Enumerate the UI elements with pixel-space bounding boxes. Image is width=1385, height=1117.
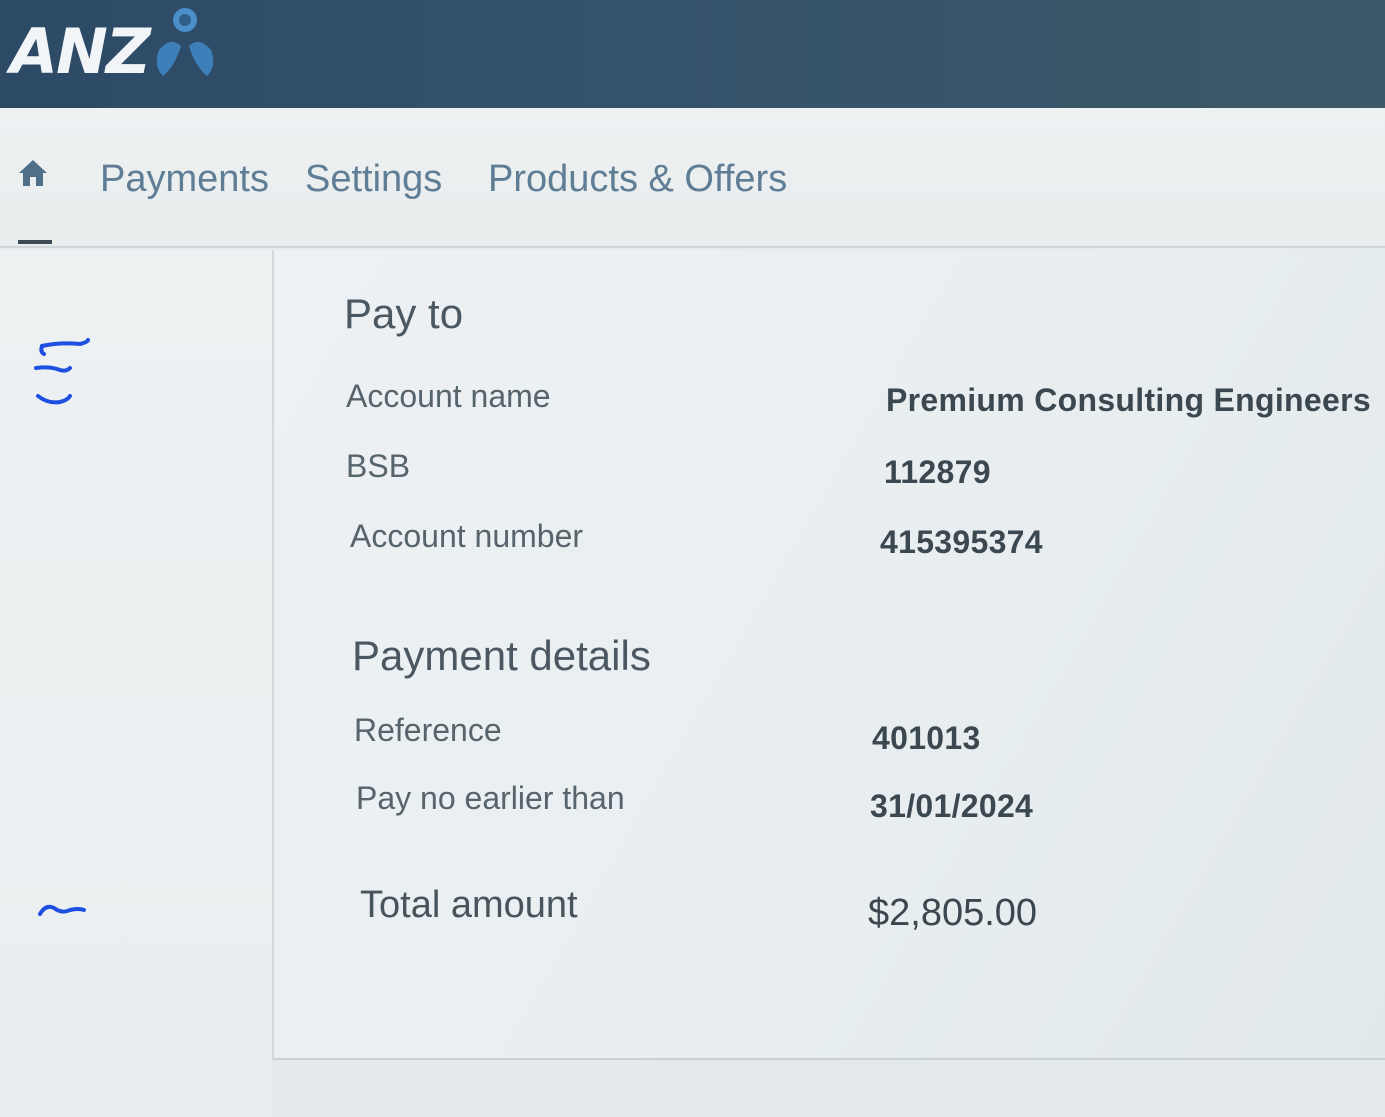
nav-payments[interactable]: Payments — [100, 158, 269, 201]
pen-scribble — [34, 338, 90, 405]
payment-details-heading: Payment details — [352, 632, 651, 679]
pay-to-heading: Pay to — [344, 290, 464, 337]
total-amount-label: Total amount — [360, 884, 578, 926]
page-footer-area — [272, 1060, 1385, 1117]
pay-date-label: Pay no earlier than — [356, 780, 625, 816]
account-number-label: Account number — [350, 518, 584, 554]
total-amount-value: $2,805.00 — [868, 892, 1038, 934]
reference-label: Reference — [354, 712, 502, 748]
nav-products-offers[interactable]: Products & Offers — [488, 158, 787, 201]
account-name-label: Account name — [346, 378, 551, 414]
pay-date-value: 31/01/2024 — [870, 788, 1034, 824]
sidebar — [0, 250, 272, 1117]
home-icon[interactable] — [16, 156, 50, 190]
anz-people-icon — [156, 8, 214, 76]
bsb-value: 112879 — [884, 454, 991, 490]
payment-summary-panel: Pay to Account name Premium Consulting E… — [272, 250, 1385, 1060]
logo-text: ANZ — [10, 14, 151, 88]
bsb-label: BSB — [346, 448, 411, 484]
main-nav: Payments Settings Products & Offers — [0, 108, 1385, 248]
account-name-value: Premium Consulting Engineers — [886, 382, 1371, 418]
account-number-value: 415395374 — [880, 524, 1043, 560]
pen-scribble — [38, 904, 86, 916]
active-tab-indicator — [18, 240, 52, 244]
anz-logo[interactable]: ANZ — [10, 6, 219, 96]
nav-settings[interactable]: Settings — [305, 158, 442, 201]
reference-value: 401013 — [872, 720, 981, 756]
header-bar: ANZ — [0, 0, 1385, 108]
